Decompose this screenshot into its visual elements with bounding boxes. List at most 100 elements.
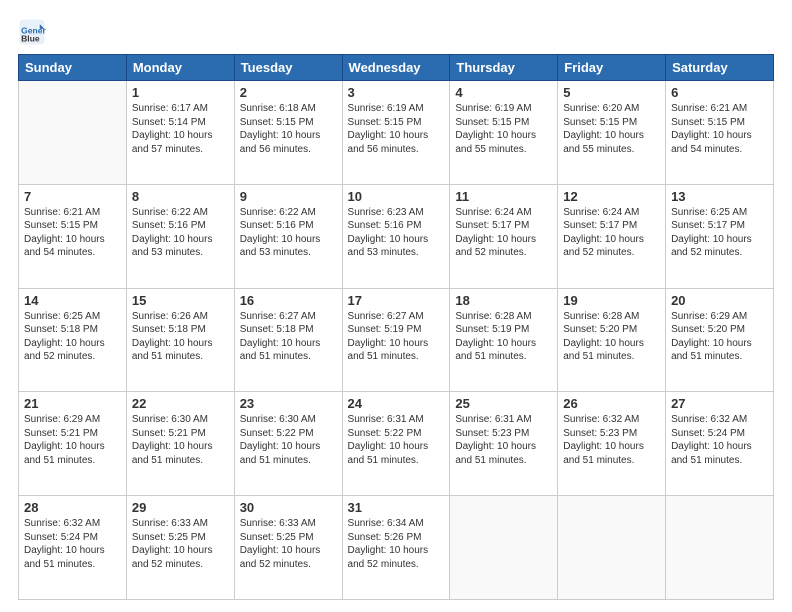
calendar-cell: 10 Sunrise: 6:23 AM Sunset: 5:16 PM Dayli… xyxy=(342,184,450,288)
day-number: 10 xyxy=(348,189,445,204)
day-number: 2 xyxy=(240,85,337,100)
day-number: 18 xyxy=(455,293,552,308)
day-number: 7 xyxy=(24,189,121,204)
day-number: 13 xyxy=(671,189,768,204)
calendar-cell: 1 Sunrise: 6:17 AM Sunset: 5:14 PM Daylig… xyxy=(126,81,234,185)
calendar-cell: 29 Sunrise: 6:33 AM Sunset: 5:25 PM Dayli… xyxy=(126,496,234,600)
day-info: Sunrise: 6:30 AM Sunset: 5:21 PM Dayligh… xyxy=(132,413,229,467)
page: General Blue SundayMondayTuesdayWednesda… xyxy=(0,0,792,612)
weekday-header-monday: Monday xyxy=(126,55,234,81)
day-number: 27 xyxy=(671,396,768,411)
day-number: 17 xyxy=(348,293,445,308)
day-info: Sunrise: 6:19 AM Sunset: 5:15 PM Dayligh… xyxy=(348,102,445,156)
calendar-cell: 15 Sunrise: 6:26 AM Sunset: 5:18 PM Dayli… xyxy=(126,288,234,392)
calendar-cell: 26 Sunrise: 6:32 AM Sunset: 5:23 PM Dayli… xyxy=(558,392,666,496)
day-info: Sunrise: 6:32 AM Sunset: 5:24 PM Dayligh… xyxy=(24,517,121,571)
day-number: 29 xyxy=(132,500,229,515)
day-number: 31 xyxy=(348,500,445,515)
calendar-week-row: 14Sunrise: 6:25 AM Sunset: 5:18 PM Dayli… xyxy=(19,288,774,392)
calendar-table: SundayMondayTuesdayWednesdayThursdayFrid… xyxy=(18,54,774,600)
calendar-cell: 31Sunrise: 6:34 AM Sunset: 5:26 PM Dayli… xyxy=(342,496,450,600)
day-number: 15 xyxy=(132,293,229,308)
day-number: 9 xyxy=(240,189,337,204)
day-number: 21 xyxy=(24,396,121,411)
day-info: Sunrise: 6:23 AM Sunset: 5:16 PM Dayligh… xyxy=(348,206,445,260)
calendar-cell: 4 Sunrise: 6:19 AM Sunset: 5:15 PM Daylig… xyxy=(450,81,558,185)
weekday-header-friday: Friday xyxy=(558,55,666,81)
calendar-cell: 6 Sunrise: 6:21 AM Sunset: 5:15 PM Daylig… xyxy=(666,81,774,185)
day-info: Sunrise: 6:27 AM Sunset: 5:19 PM Dayligh… xyxy=(348,310,445,364)
day-info: Sunrise: 6:28 AM Sunset: 5:20 PM Dayligh… xyxy=(563,310,660,364)
day-number: 1 xyxy=(132,85,229,100)
day-number: 24 xyxy=(348,396,445,411)
calendar-cell: 20 Sunrise: 6:29 AM Sunset: 5:20 PM Dayli… xyxy=(666,288,774,392)
day-info: Sunrise: 6:17 AM Sunset: 5:14 PM Dayligh… xyxy=(132,102,229,156)
day-info: Sunrise: 6:21 AM Sunset: 5:15 PM Dayligh… xyxy=(24,206,121,260)
weekday-header-row: SundayMondayTuesdayWednesdayThursdayFrid… xyxy=(19,55,774,81)
weekday-header-thursday: Thursday xyxy=(450,55,558,81)
logo-icon: General Blue xyxy=(18,18,46,46)
day-info: Sunrise: 6:31 AM Sunset: 5:22 PM Dayligh… xyxy=(348,413,445,467)
day-info: Sunrise: 6:26 AM Sunset: 5:18 PM Dayligh… xyxy=(132,310,229,364)
day-info: Sunrise: 6:21 AM Sunset: 5:15 PM Dayligh… xyxy=(671,102,768,156)
calendar-cell xyxy=(19,81,127,185)
day-info: Sunrise: 6:24 AM Sunset: 5:17 PM Dayligh… xyxy=(563,206,660,260)
day-info: Sunrise: 6:32 AM Sunset: 5:23 PM Dayligh… xyxy=(563,413,660,467)
day-info: Sunrise: 6:28 AM Sunset: 5:19 PM Dayligh… xyxy=(455,310,552,364)
day-number: 11 xyxy=(455,189,552,204)
calendar-cell: 8 Sunrise: 6:22 AM Sunset: 5:16 PM Daylig… xyxy=(126,184,234,288)
calendar-week-row: 28 Sunrise: 6:32 AM Sunset: 5:24 PM Dayli… xyxy=(19,496,774,600)
day-info: Sunrise: 6:29 AM Sunset: 5:21 PM Dayligh… xyxy=(24,413,121,467)
svg-text:Blue: Blue xyxy=(21,33,40,43)
day-info: Sunrise: 6:22 AM Sunset: 5:16 PM Dayligh… xyxy=(132,206,229,260)
day-number: 20 xyxy=(671,293,768,308)
day-info: Sunrise: 6:25 AM Sunset: 5:17 PM Dayligh… xyxy=(671,206,768,260)
calendar-cell: 24 Sunrise: 6:31 AM Sunset: 5:22 PM Dayli… xyxy=(342,392,450,496)
day-info: Sunrise: 6:19 AM Sunset: 5:15 PM Dayligh… xyxy=(455,102,552,156)
day-info: Sunrise: 6:30 AM Sunset: 5:22 PM Dayligh… xyxy=(240,413,337,467)
day-info: Sunrise: 6:20 AM Sunset: 5:15 PM Dayligh… xyxy=(563,102,660,156)
day-number: 22 xyxy=(132,396,229,411)
weekday-header-sunday: Sunday xyxy=(19,55,127,81)
day-number: 28 xyxy=(24,500,121,515)
day-number: 19 xyxy=(563,293,660,308)
day-number: 3 xyxy=(348,85,445,100)
calendar-cell: 3 Sunrise: 6:19 AM Sunset: 5:15 PM Daylig… xyxy=(342,81,450,185)
weekday-header-tuesday: Tuesday xyxy=(234,55,342,81)
day-number: 26 xyxy=(563,396,660,411)
logo: General Blue xyxy=(18,18,50,46)
calendar-cell: 28 Sunrise: 6:32 AM Sunset: 5:24 PM Dayli… xyxy=(19,496,127,600)
calendar-cell: 30 Sunrise: 6:33 AM Sunset: 5:25 PM Dayli… xyxy=(234,496,342,600)
day-number: 25 xyxy=(455,396,552,411)
calendar-week-row: 21 Sunrise: 6:29 AM Sunset: 5:21 PM Dayli… xyxy=(19,392,774,496)
day-number: 30 xyxy=(240,500,337,515)
day-info: Sunrise: 6:33 AM Sunset: 5:25 PM Dayligh… xyxy=(132,517,229,571)
day-number: 12 xyxy=(563,189,660,204)
calendar-week-row: 7 Sunrise: 6:21 AM Sunset: 5:15 PM Daylig… xyxy=(19,184,774,288)
day-info: Sunrise: 6:29 AM Sunset: 5:20 PM Dayligh… xyxy=(671,310,768,364)
calendar-cell: 16Sunrise: 6:27 AM Sunset: 5:18 PM Dayli… xyxy=(234,288,342,392)
day-info: Sunrise: 6:33 AM Sunset: 5:25 PM Dayligh… xyxy=(240,517,337,571)
day-number: 5 xyxy=(563,85,660,100)
calendar-cell: 11 Sunrise: 6:24 AM Sunset: 5:17 PM Dayli… xyxy=(450,184,558,288)
day-info: Sunrise: 6:32 AM Sunset: 5:24 PM Dayligh… xyxy=(671,413,768,467)
calendar-cell: 17 Sunrise: 6:27 AM Sunset: 5:19 PM Dayli… xyxy=(342,288,450,392)
calendar-cell: 21 Sunrise: 6:29 AM Sunset: 5:21 PM Dayli… xyxy=(19,392,127,496)
day-number: 4 xyxy=(455,85,552,100)
header: General Blue xyxy=(18,18,774,46)
calendar-cell: 9 Sunrise: 6:22 AM Sunset: 5:16 PM Daylig… xyxy=(234,184,342,288)
day-number: 8 xyxy=(132,189,229,204)
calendar-cell xyxy=(450,496,558,600)
weekday-header-wednesday: Wednesday xyxy=(342,55,450,81)
calendar-cell: 14Sunrise: 6:25 AM Sunset: 5:18 PM Dayli… xyxy=(19,288,127,392)
calendar-week-row: 1 Sunrise: 6:17 AM Sunset: 5:14 PM Daylig… xyxy=(19,81,774,185)
day-info: Sunrise: 6:22 AM Sunset: 5:16 PM Dayligh… xyxy=(240,206,337,260)
calendar-cell: 22 Sunrise: 6:30 AM Sunset: 5:21 PM Dayli… xyxy=(126,392,234,496)
calendar-cell: 19 Sunrise: 6:28 AM Sunset: 5:20 PM Dayli… xyxy=(558,288,666,392)
calendar-cell: 25Sunrise: 6:31 AM Sunset: 5:23 PM Dayli… xyxy=(450,392,558,496)
day-info: Sunrise: 6:24 AM Sunset: 5:17 PM Dayligh… xyxy=(455,206,552,260)
day-info: Sunrise: 6:27 AM Sunset: 5:18 PM Dayligh… xyxy=(240,310,337,364)
calendar-cell: 27 Sunrise: 6:32 AM Sunset: 5:24 PM Dayli… xyxy=(666,392,774,496)
day-number: 6 xyxy=(671,85,768,100)
day-number: 14 xyxy=(24,293,121,308)
